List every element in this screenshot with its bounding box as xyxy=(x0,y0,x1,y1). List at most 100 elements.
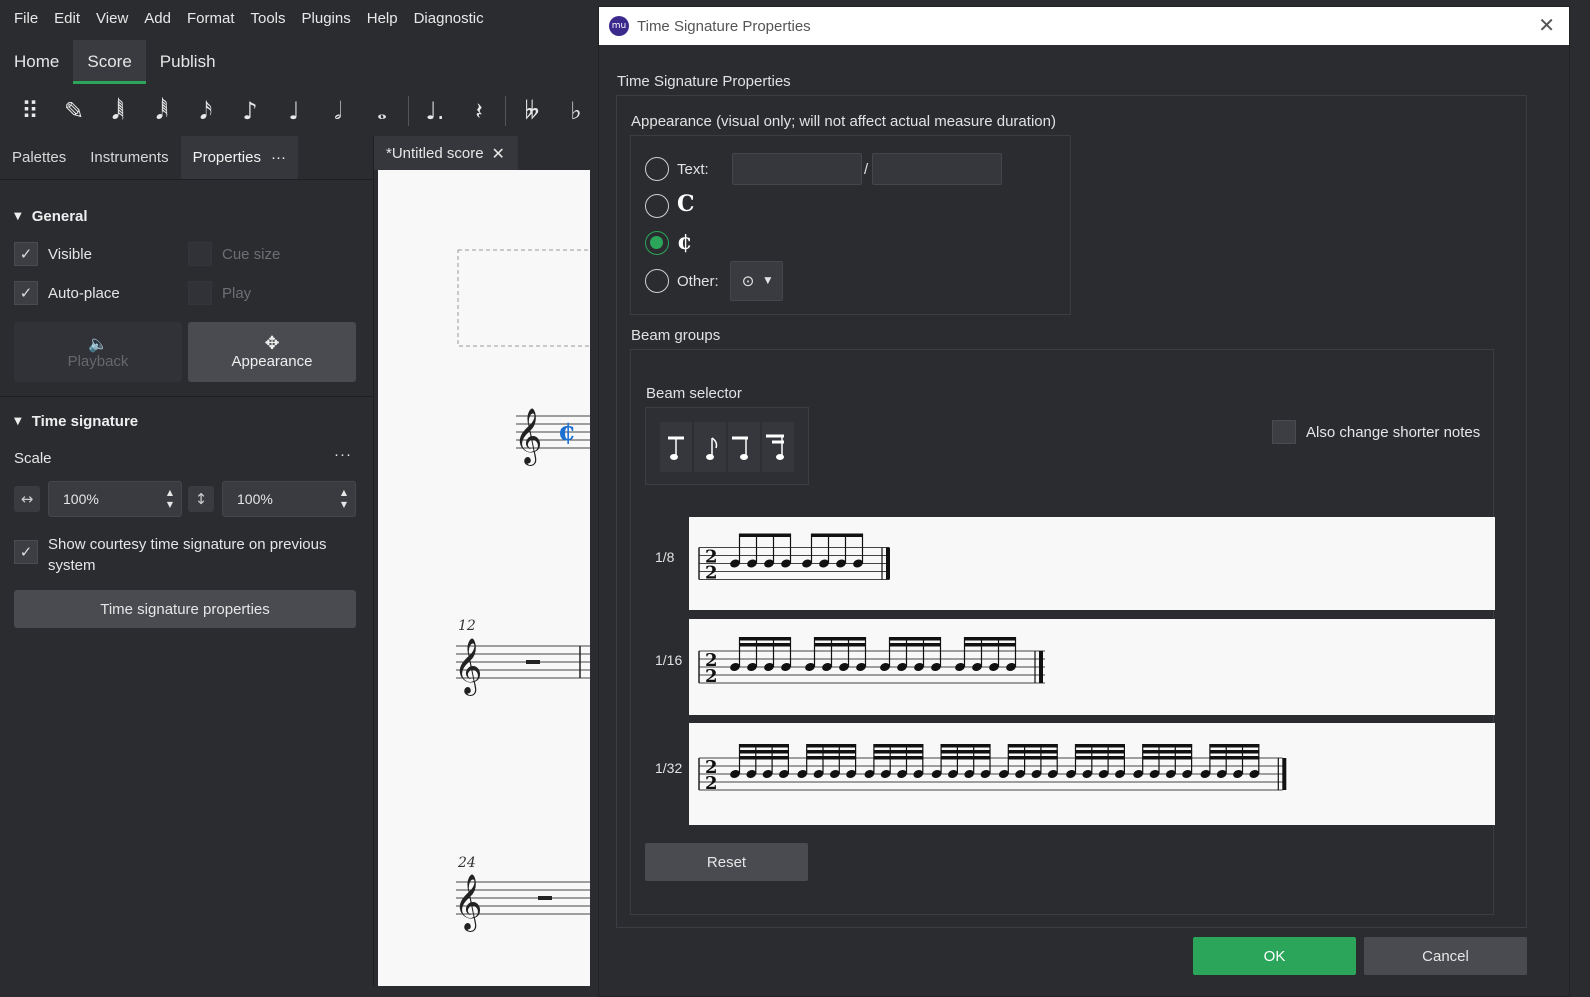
title-frame[interactable] xyxy=(457,249,590,347)
cue-size-checkbox[interactable]: Cue size xyxy=(188,242,280,266)
time-signature-properties-button[interactable]: Time signature properties xyxy=(14,590,356,628)
courtesy-checkbox[interactable]: ✓ Show courtesy time signature on previo… xyxy=(14,534,344,576)
vertical-scale-value[interactable]: 100% xyxy=(237,491,273,507)
visible-checkbox[interactable]: ✓ Visible xyxy=(14,242,92,266)
play-checkbox[interactable]: Play xyxy=(188,281,251,305)
augmentation-dot-icon[interactable]: ♩. xyxy=(413,97,457,125)
numerator-text-field[interactable] xyxy=(732,153,862,185)
beam xyxy=(806,744,857,748)
treble-clef-icon[interactable]: 𝄞 xyxy=(454,638,482,696)
treble-clef-icon[interactable]: 𝄞 xyxy=(514,408,542,466)
other-radio[interactable] xyxy=(645,269,669,293)
dialog-titlebar[interactable]: mu Time Signature Properties ✕ xyxy=(599,7,1569,45)
eighth-note-icon[interactable]: ♪ xyxy=(228,97,272,125)
down-arrow-icon[interactable]: ▼ xyxy=(341,499,347,511)
cut-time-symbol-icon[interactable]: ¢ xyxy=(558,417,576,447)
tab-score[interactable]: Score xyxy=(73,40,146,84)
also-change-shorter-checkbox[interactable]: Also change shorter notes xyxy=(1272,420,1480,444)
beam-row-eighth-staff: 22 xyxy=(698,533,890,584)
staff-system-1: 𝄞 ¢ xyxy=(514,408,590,466)
half-rest-icon[interactable] xyxy=(526,660,540,664)
whole-note-icon[interactable]: 𝅝 xyxy=(360,97,404,125)
tab-properties[interactable]: Properties ··· xyxy=(180,136,298,180)
text-radio[interactable] xyxy=(645,157,669,181)
cut-time-icon: ¢ xyxy=(677,229,693,255)
denominator-text-field[interactable] xyxy=(872,153,1002,185)
32nd-note-icon[interactable]: 𝅘𝅥𝅱 xyxy=(140,97,184,125)
appearance-heading: Appearance (visual only; will not affect… xyxy=(631,113,1056,130)
menu-plugins[interactable]: Plugins xyxy=(294,10,359,27)
tab-publish[interactable]: Publish xyxy=(146,40,230,84)
score-canvas[interactable]: 𝄞 ¢ 12 𝄞 24 𝄞 xyxy=(378,170,590,986)
menu-tools[interactable]: Tools xyxy=(243,10,294,27)
tab-instruments[interactable]: Instruments xyxy=(78,136,180,179)
menu-diagnostic[interactable]: Diagnostic xyxy=(406,10,492,27)
menu-format[interactable]: Format xyxy=(179,10,243,27)
rest-icon[interactable]: 𝄽 xyxy=(457,97,501,125)
checkbox-box-icon xyxy=(1272,420,1296,444)
half-note-icon[interactable]: 𝅗𝅥 xyxy=(316,97,360,125)
down-arrow-icon[interactable]: ▼ xyxy=(167,499,173,511)
beam-middle-button[interactable] xyxy=(728,422,760,472)
beam xyxy=(941,756,991,760)
common-time-radio[interactable] xyxy=(645,194,669,218)
beam-none-button[interactable] xyxy=(694,422,726,472)
stepper-arrows[interactable]: ▲ ▼ xyxy=(167,487,173,511)
up-arrow-icon[interactable]: ▲ xyxy=(341,487,347,499)
double-flat-icon[interactable]: 𝄫 xyxy=(510,97,554,125)
treble-clef-icon[interactable]: 𝄞 xyxy=(454,874,482,932)
quarter-note-icon[interactable]: ♩ xyxy=(272,97,316,125)
scale-more-icon[interactable]: ··· xyxy=(334,446,352,463)
64th-note-icon[interactable]: 𝅘𝅥𝅲 xyxy=(96,97,140,125)
ok-button[interactable]: OK xyxy=(1193,937,1356,975)
beam xyxy=(889,643,941,647)
time-signature-section-header[interactable]: ▼ Time signature xyxy=(0,413,138,430)
beam-32nd-button[interactable] xyxy=(762,422,794,472)
chevron-down-icon: ▼ xyxy=(764,276,772,286)
tab-home[interactable]: Home xyxy=(0,40,73,84)
note-input-toolbar: ⠿ ✎ 𝅘𝅥𝅲 𝅘𝅥𝅱 𝅘𝅥𝅯 ♪ ♩ 𝅗𝅥 𝅝 ♩. 𝄽 𝄫 ♭ xyxy=(0,88,600,134)
auto-place-checkbox[interactable]: ✓ Auto-place xyxy=(14,281,120,305)
flat-icon[interactable]: ♭ xyxy=(554,97,598,125)
menu-add[interactable]: Add xyxy=(136,10,179,27)
menu-file[interactable]: File xyxy=(6,10,46,27)
beam-selector-buttons xyxy=(660,422,794,472)
beam xyxy=(1209,750,1260,754)
beam-start-button[interactable] xyxy=(660,422,692,472)
musescore-logo-icon: mu xyxy=(609,16,629,36)
time-signature-denominator: 2 xyxy=(705,773,718,794)
check-icon: ✓ xyxy=(14,281,38,305)
playback-button[interactable]: 🔈 Playback xyxy=(14,322,182,382)
up-arrow-icon[interactable]: ▲ xyxy=(167,487,173,499)
beam-row-sixteenth[interactable]: 22 xyxy=(689,619,1495,715)
beam xyxy=(1209,756,1260,760)
general-section-header[interactable]: ▼ General xyxy=(0,208,88,225)
menu-help[interactable]: Help xyxy=(359,10,406,27)
reset-button[interactable]: Reset xyxy=(645,843,808,881)
beam xyxy=(1075,744,1125,748)
note-input-pen-icon[interactable]: ✎ xyxy=(52,97,96,125)
tab-palettes[interactable]: Palettes xyxy=(0,136,78,179)
stepper-arrows[interactable]: ▲ ▼ xyxy=(341,487,347,511)
toolbar-divider xyxy=(408,96,409,126)
menu-view[interactable]: View xyxy=(88,10,136,27)
close-tab-icon[interactable]: ✕ xyxy=(492,144,505,163)
half-rest-icon[interactable] xyxy=(538,896,552,900)
close-icon[interactable]: ✕ xyxy=(1538,13,1555,37)
other-symbol-dropdown[interactable]: ⊙ ▼ xyxy=(730,261,783,301)
horizontal-scale-value[interactable]: 100% xyxy=(63,491,99,507)
horizontal-scale-stepper[interactable]: 100% ▲ ▼ xyxy=(48,481,182,517)
palette-grip-icon[interactable]: ⠿ xyxy=(8,97,52,125)
appearance-button[interactable]: ✥ Appearance xyxy=(188,322,356,382)
beam-row-thirtysecond[interactable]: 22 xyxy=(689,723,1495,825)
cut-time-radio[interactable] xyxy=(645,231,669,255)
beam-row-eighth[interactable]: 22 xyxy=(689,517,1495,610)
menu-edit[interactable]: Edit xyxy=(46,10,88,27)
checkbox-box-icon xyxy=(188,281,212,305)
cancel-button[interactable]: Cancel xyxy=(1364,937,1527,975)
more-icon[interactable]: ··· xyxy=(271,136,286,180)
vertical-scale-stepper[interactable]: 100% ▲ ▼ xyxy=(222,481,356,517)
beam-row-thirtysecond-staff: 22 xyxy=(698,744,1287,794)
16th-note-icon[interactable]: 𝅘𝅥𝅯 xyxy=(184,97,228,125)
score-tab[interactable]: *Untitled score ✕ xyxy=(374,136,518,170)
